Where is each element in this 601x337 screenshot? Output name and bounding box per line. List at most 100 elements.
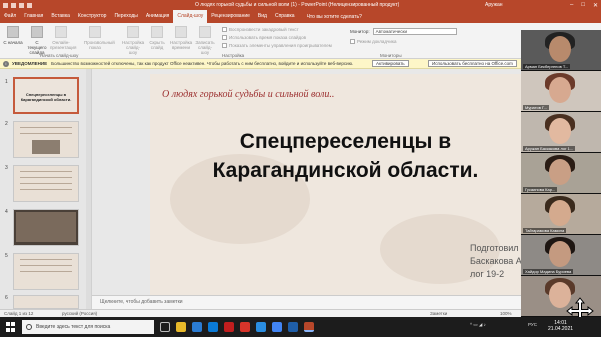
monitor-row: Монитор: Автоматически (350, 28, 457, 35)
search-icon (26, 324, 32, 330)
tab-file[interactable]: Файл (0, 10, 20, 23)
zoom-level[interactable]: 100% (500, 310, 512, 317)
notes-pane[interactable]: Щелкните, чтобы добавить заметки (92, 295, 521, 309)
from-beginning-button[interactable]: С начала (2, 26, 24, 45)
group-label-setup: Настройка (222, 53, 245, 58)
slide-author[interactable]: Подготовил Баскакова Ар лог 19-2 (470, 242, 521, 281)
tray-language[interactable]: РУС (528, 322, 537, 327)
tab-animations[interactable]: Анимация (142, 10, 173, 23)
slide-title[interactable]: Спецпереселенцы в Карагандинской области… (150, 127, 521, 185)
thumb-photo (32, 140, 60, 154)
undo-icon[interactable] (11, 2, 16, 8)
store-icon[interactable] (208, 322, 218, 332)
thumb-number: 5 (5, 253, 8, 259)
close-button[interactable]: ✕ (593, 2, 598, 9)
chrome-icon[interactable] (272, 322, 282, 332)
use-free-button[interactable]: Использовать бесплатно на Office.com (428, 60, 517, 67)
window-controls: – □ ✕ (570, 2, 598, 9)
participant-name: Муратов Г... (523, 105, 549, 110)
user-name[interactable]: Аружан (485, 2, 503, 8)
thumb-number: 1 (5, 79, 8, 85)
activate-button[interactable]: Активировать (372, 60, 409, 67)
timings-checkbox[interactable]: Использовать время показа слайдов (222, 35, 306, 40)
task-view-icon[interactable] (160, 322, 170, 332)
hide-slide-icon (151, 26, 163, 38)
quick-access-toolbar (0, 2, 32, 8)
custom-show-icon (89, 26, 101, 38)
slide-subtitle[interactable]: О людях горькой судьбы и сильной воли.. (162, 89, 334, 100)
tab-view[interactable]: Вид (254, 10, 271, 23)
group-label-monitors: Мониторы (380, 53, 402, 58)
slide-thumbnail-2[interactable] (13, 121, 79, 158)
participant-face (549, 241, 571, 267)
taskbar-clock[interactable]: 14:01 21.04.2021 (548, 320, 573, 332)
slide-thumbnail-3[interactable] (13, 165, 79, 202)
slide-thumbnails-pane: 1 Спецпереселенцы в Карагандинской облас… (0, 69, 92, 309)
participant-name: Тайгарамова Камила (523, 228, 567, 233)
ribbon-tabs: Файл Главная Вставка Конструктор Переход… (0, 10, 601, 23)
setup-slideshow-button[interactable]: Настройка слайд-шоу (122, 26, 144, 55)
monitor-select[interactable]: Автоматически (372, 28, 457, 35)
tab-review[interactable]: Рецензирование (207, 10, 254, 23)
presenter-view-checkbox[interactable]: Режим докладчика (350, 39, 396, 44)
file-explorer-icon[interactable] (176, 322, 186, 332)
minimize-button[interactable]: – (570, 2, 573, 9)
notification-text: Большинство возможностей отключены, так … (51, 61, 354, 66)
slide-thumbnail-5[interactable] (13, 253, 79, 290)
participant-tile[interactable]: Хайдор Мадина Буриева (521, 235, 601, 276)
participant-tile[interactable]: Тайгарамова Камила (521, 194, 601, 235)
thumb-number: 6 (5, 295, 8, 301)
powerpoint-icon[interactable] (304, 322, 314, 332)
slide-thumbnail-4[interactable] (13, 209, 79, 246)
thumb-number: 2 (5, 121, 8, 127)
tell-me-search[interactable]: Что вы хотите сделать? (307, 14, 362, 20)
word-icon[interactable] (288, 322, 298, 332)
clock-date: 21.04.2021 (548, 326, 574, 332)
tab-slideshow[interactable]: Слайд-шоу (173, 10, 208, 23)
participant-name: Аружан Баскакова лог 1... (523, 146, 576, 151)
current-slide[interactable]: О людях горькой судьбы и сильной воли.. … (150, 74, 521, 295)
tab-transitions[interactable]: Переходы (110, 10, 141, 23)
participant-face (549, 200, 571, 226)
thumbnails-scrollbar[interactable] (86, 69, 91, 309)
hide-slide-button[interactable]: Скрыть слайд (146, 26, 168, 50)
video-participants-panel: Арман Бекбергенов Т... Муратов Г... Аруж… (521, 30, 601, 317)
edge-icon[interactable] (192, 322, 202, 332)
tab-design[interactable]: Конструктор (74, 10, 111, 23)
play-current-icon (31, 26, 43, 38)
participant-face (549, 77, 571, 103)
tab-help[interactable]: Справка (271, 10, 299, 23)
tab-home[interactable]: Главная (20, 10, 47, 23)
notes-toggle[interactable]: Заметки (430, 310, 447, 317)
media-controls-checkbox[interactable]: Показать элементы управления проигрывате… (222, 43, 332, 48)
redo-icon[interactable] (19, 2, 24, 8)
windows-start-icon[interactable] (6, 322, 16, 332)
rehearse-timings-button[interactable]: Настройка времени (170, 26, 192, 50)
participant-tile[interactable]: Гусаинова Кар... (521, 153, 601, 194)
status-bar: Слайд 1 из 12 русский (Россия) Заметки 1… (0, 309, 601, 317)
participant-tile[interactable]: Аружан Баскакова лог 1... (521, 112, 601, 153)
custom-show-button[interactable]: Произвольный показ (84, 26, 115, 50)
from-current-button[interactable]: С текущего слайда (26, 26, 48, 55)
online-present-button[interactable]: Онлайн-презентация (50, 26, 76, 50)
monitor-label: Монитор: (350, 29, 370, 34)
tray-icons[interactable]: ^ ▭ ◢ ♪ (470, 322, 486, 328)
save-icon[interactable] (3, 2, 8, 8)
author-line: лог 19-2 (470, 269, 505, 279)
narration-checkbox[interactable]: Воспроизвести закадровый текст (222, 27, 299, 32)
yandex-icon[interactable] (240, 322, 250, 332)
participant-tile[interactable]: Муратов Г... (521, 71, 601, 112)
slide-thumbnail-6[interactable] (13, 295, 79, 309)
antivirus-icon[interactable] (224, 322, 234, 332)
language-status[interactable]: русский (Россия) (62, 310, 97, 317)
participant-tile[interactable]: Арман Бекбергенов Т... (521, 30, 601, 71)
zoom-app-icon[interactable] (256, 322, 266, 332)
thumb-number: 3 (5, 165, 8, 171)
thumb-photo (16, 212, 76, 242)
slide-thumbnail-1[interactable]: Спецпереселенцы в Карагандинской области… (13, 77, 79, 114)
maximize-button[interactable]: □ (581, 2, 585, 9)
tab-insert[interactable]: Вставка (47, 10, 74, 23)
taskbar-search-input[interactable]: Введите здесь текст для поиска (22, 320, 154, 334)
record-slideshow-button[interactable]: Записать слайд-шоу (194, 26, 216, 55)
start-slideshow-icon[interactable] (27, 2, 32, 8)
